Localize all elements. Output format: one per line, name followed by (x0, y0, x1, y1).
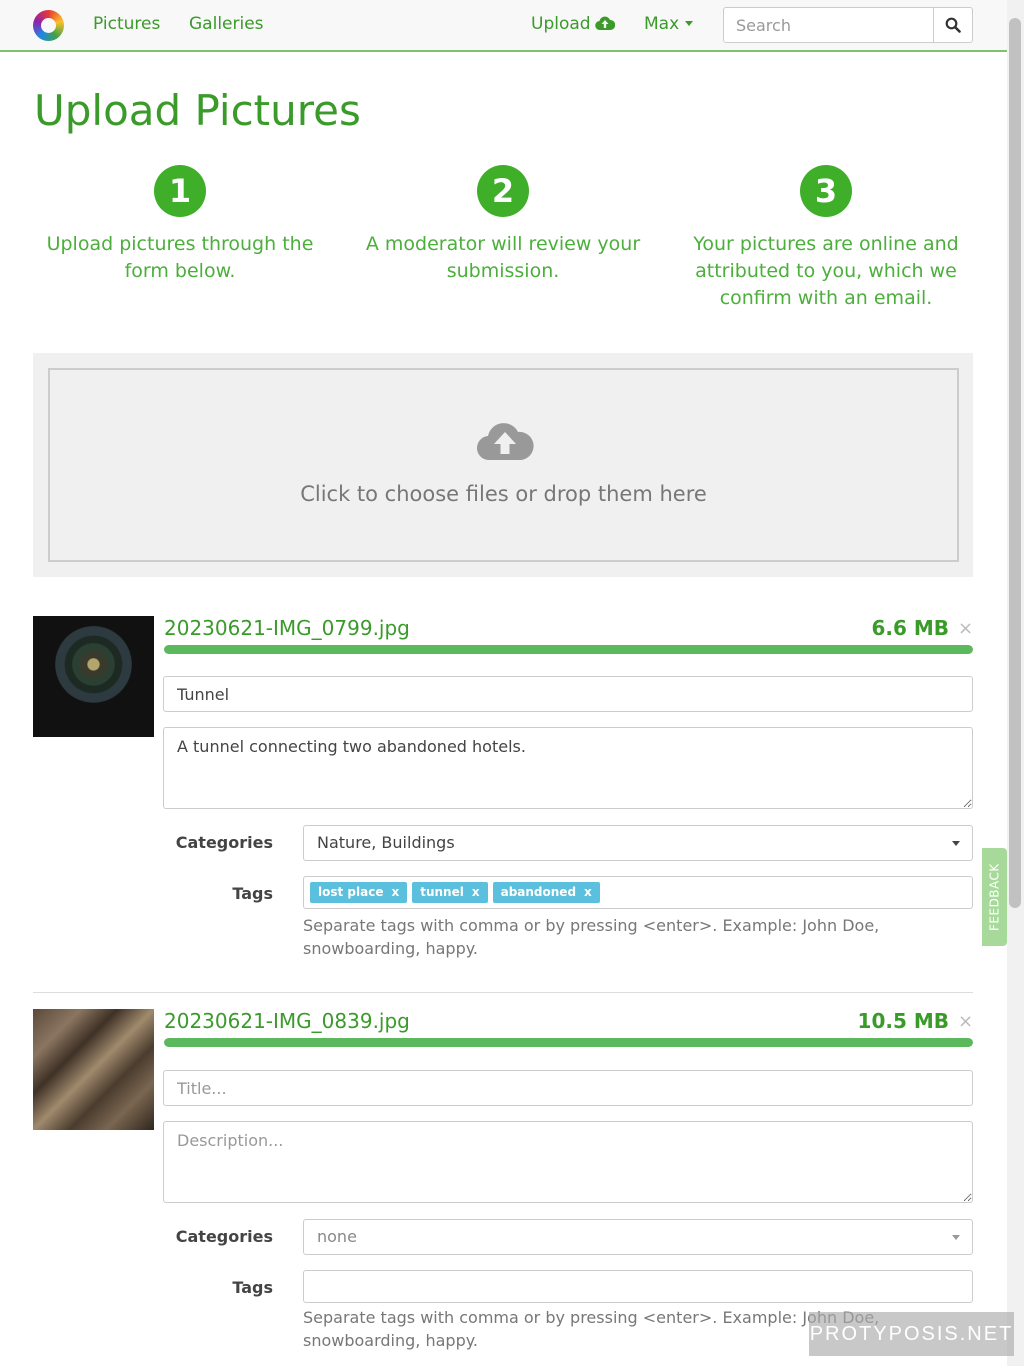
logo-icon[interactable] (33, 10, 64, 41)
step-number: 3 (800, 165, 852, 217)
divider (33, 992, 973, 993)
file-thumbnail (33, 1009, 154, 1130)
cloud-upload-icon (476, 423, 534, 461)
user-name: Max (644, 14, 680, 34)
title-input[interactable] (163, 676, 973, 712)
upload-progress-fill (164, 1038, 973, 1047)
file-size: 6.6 MB (871, 616, 949, 640)
step-number: 1 (154, 165, 206, 217)
nav-upload-link[interactable]: Upload (531, 14, 615, 34)
upload-progress-bar (164, 645, 973, 654)
nav-galleries-link[interactable]: Galleries (189, 14, 264, 34)
watermark: PROTYPOSIS.NET (809, 1312, 1014, 1356)
feedback-tab[interactable]: FEEDBACK (982, 848, 1007, 946)
tags-input[interactable] (303, 1270, 973, 1303)
categories-label: Categories (175, 833, 273, 852)
tag-chip: tunnel x (412, 882, 488, 903)
file-name: 20230621-IMG_0799.jpg (164, 616, 410, 640)
tags-help-text: Separate tags with comma or by pressing … (303, 916, 880, 958)
tag-label: abandoned (500, 885, 577, 899)
tag-chip: abandoned x (492, 882, 600, 903)
tag-remove-button[interactable]: x (584, 885, 592, 899)
step-number: 2 (477, 165, 529, 217)
nav-pictures-link[interactable]: Pictures (93, 14, 160, 34)
categories-value: Nature, Buildings (317, 833, 455, 852)
tag-remove-button[interactable]: x (391, 885, 399, 899)
upload-progress-fill (164, 645, 973, 654)
user-menu[interactable]: Max (644, 14, 694, 34)
file-dropzone[interactable]: Click to choose files or drop them here (48, 368, 959, 562)
tags-input[interactable]: lost place x tunnel x abandoned x (303, 876, 973, 909)
step-3: 3 Your pictures are online and attribute… (681, 165, 971, 312)
remove-file-button[interactable]: × (958, 1011, 973, 1032)
tags-label: Tags (232, 884, 273, 903)
tag-remove-button[interactable]: x (472, 885, 480, 899)
navbar: Pictures Galleries Upload Max (0, 0, 1007, 52)
nav-upload-label: Upload (531, 14, 591, 34)
categories-select[interactable]: none (303, 1219, 973, 1255)
file-name: 20230621-IMG_0839.jpg (164, 1009, 410, 1033)
categories-select[interactable]: Nature, Buildings (303, 825, 973, 861)
description-textarea[interactable]: A tunnel connecting two abandoned hotels… (163, 727, 973, 809)
description-textarea[interactable] (163, 1121, 973, 1203)
search-input[interactable] (723, 7, 934, 43)
caret-down-icon (685, 21, 694, 26)
step-text: Your pictures are online and attributed … (693, 233, 959, 309)
step-1: 1 Upload pictures through the form below… (35, 165, 325, 285)
cloud-upload-icon (594, 16, 615, 31)
tag-label: lost place (318, 885, 384, 899)
file-size: 10.5 MB (857, 1009, 949, 1033)
tag-label: tunnel (420, 885, 464, 899)
categories-label: Categories (175, 1227, 273, 1246)
caret-down-icon (952, 841, 960, 846)
search-icon (945, 17, 961, 33)
tag-chip: lost place x (310, 882, 408, 903)
step-text: A moderator will review your submission. (365, 233, 641, 282)
tags-label: Tags (232, 1278, 273, 1297)
file-thumbnail (33, 616, 154, 737)
caret-down-icon (952, 1235, 960, 1240)
remove-file-button[interactable]: × (958, 618, 973, 639)
step-2: 2 A moderator will review your submissio… (358, 165, 648, 285)
scrollbar-thumb[interactable] (1009, 18, 1021, 908)
step-text: Upload pictures through the form below. (46, 233, 314, 282)
page-title: Upload Pictures (34, 86, 361, 135)
search-button[interactable] (933, 7, 973, 43)
dropzone-text: Click to choose files or drop them here (300, 482, 707, 506)
categories-value: none (317, 1227, 357, 1246)
title-input[interactable] (163, 1070, 973, 1106)
upload-progress-bar (164, 1038, 973, 1047)
